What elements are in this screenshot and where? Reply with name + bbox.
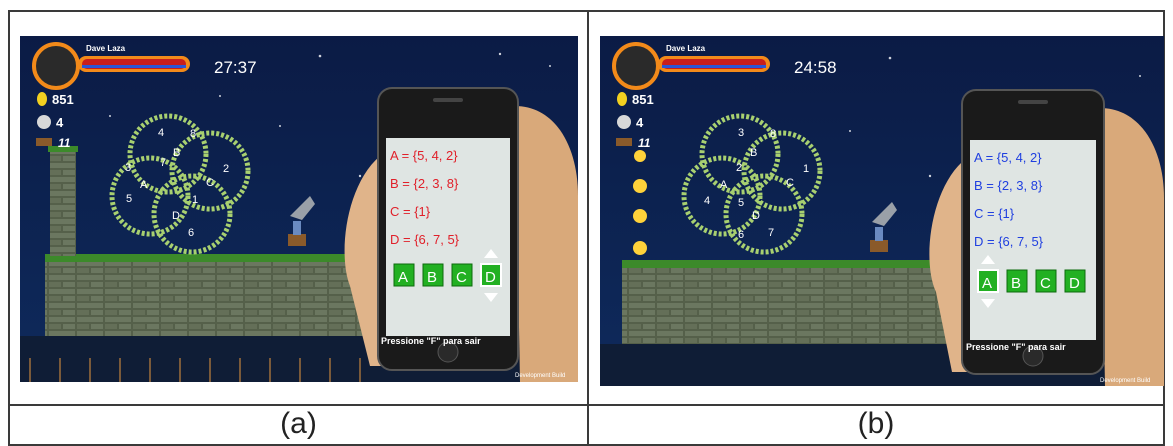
svg-text:B: B — [427, 269, 437, 286]
svg-text:1: 1 — [192, 194, 198, 206]
hand-right-b — [1100, 108, 1164, 386]
figure-grid: (a) (b) B C A D 4 8 3 7 2 5 1 6 Dave Laz… — [0, 0, 1173, 446]
svg-text:C: C — [786, 177, 794, 189]
svg-text:A: A — [720, 179, 728, 191]
svg-text:B: B — [750, 147, 757, 159]
ammo-icon — [616, 138, 632, 146]
svg-text:B: B — [173, 147, 180, 159]
watermark-a: Development Build — [515, 373, 565, 379]
svg-text:8: 8 — [190, 128, 196, 140]
kill-count-a: 4 — [56, 115, 64, 130]
game-screenshot-a: B C A D 4 8 3 7 2 5 1 6 Dave Laza 27:37 … — [20, 36, 578, 382]
svg-text:D = {6, 7, 5}: D = {6, 7, 5} — [390, 232, 460, 247]
kill-count-b: 4 — [636, 115, 644, 130]
svg-text:B: B — [1011, 275, 1021, 292]
svg-text:D: D — [752, 210, 760, 222]
svg-text:B = {2, 3, 8}: B = {2, 3, 8} — [974, 178, 1043, 193]
svg-text:C: C — [1040, 275, 1051, 292]
svg-text:5: 5 — [738, 197, 744, 209]
skull-icon — [37, 115, 51, 129]
hand-right-a — [515, 106, 578, 382]
ammo-icon — [36, 138, 52, 146]
svg-text:2: 2 — [223, 163, 229, 175]
player-avatar-b — [612, 42, 660, 90]
game-scene-a: B C A D 4 8 3 7 2 5 1 6 Dave Laza 27:37 … — [20, 36, 578, 382]
svg-text:C = {1}: C = {1} — [390, 204, 431, 219]
coin-icon — [617, 92, 627, 106]
player-name-b: Dave Laza — [666, 44, 706, 53]
caption-b: (b) — [857, 407, 895, 440]
phone-a — [377, 87, 519, 371]
svg-text:1: 1 — [803, 163, 809, 175]
svg-text:2: 2 — [736, 162, 742, 174]
svg-text:D = {6, 7, 5}: D = {6, 7, 5} — [974, 234, 1044, 249]
svg-text:D: D — [1069, 275, 1080, 292]
timer-a: 27:37 — [214, 58, 257, 77]
svg-text:7: 7 — [160, 157, 166, 169]
svg-text:C = {1}: C = {1} — [974, 206, 1015, 221]
svg-text:A: A — [398, 269, 408, 286]
watermark-b: Development Build — [1100, 378, 1150, 384]
ammo-count-a: 11 — [58, 136, 71, 150]
coin-count-b: 851 — [632, 92, 654, 107]
svg-text:C: C — [206, 177, 214, 189]
svg-text:A: A — [140, 179, 148, 191]
player-avatar-a — [32, 42, 80, 90]
coin-count-a: 851 — [52, 92, 74, 107]
svg-text:7: 7 — [768, 227, 774, 239]
svg-text:3: 3 — [738, 127, 744, 139]
player-name-a: Dave Laza — [86, 44, 126, 53]
svg-text:8: 8 — [770, 128, 776, 140]
svg-text:4: 4 — [158, 127, 164, 139]
ammo-count-b: 11 — [638, 136, 651, 150]
timer-b: 24:58 — [794, 58, 837, 77]
skull-icon — [617, 115, 631, 129]
svg-text:5: 5 — [126, 193, 132, 205]
svg-text:C: C — [456, 269, 467, 286]
svg-text:6: 6 — [738, 229, 744, 241]
svg-text:D: D — [485, 269, 496, 286]
exit-hint-a: Pressione "F" para sair — [381, 336, 481, 346]
game-screenshot-b: B C A D 3 8 2 1 4 5 6 7 Dave Laza 24:58 … — [600, 36, 1164, 386]
caption-a: (a) — [280, 407, 317, 440]
svg-text:B = {2, 3, 8}: B = {2, 3, 8} — [390, 176, 459, 191]
svg-text:A: A — [982, 275, 992, 292]
svg-text:4: 4 — [704, 195, 710, 207]
exit-hint-b: Pressione "F" para sair — [966, 342, 1066, 352]
svg-text:3: 3 — [125, 162, 131, 174]
svg-text:D: D — [172, 210, 180, 222]
svg-text:A = {5, 4, 2}: A = {5, 4, 2} — [974, 150, 1042, 165]
svg-text:6: 6 — [188, 227, 194, 239]
game-scene-b: B C A D 3 8 2 1 4 5 6 7 Dave Laza 24:58 … — [600, 36, 1164, 386]
coin-icon — [37, 92, 47, 106]
svg-text:A = {5, 4, 2}: A = {5, 4, 2} — [390, 148, 458, 163]
phone-b — [961, 89, 1105, 375]
